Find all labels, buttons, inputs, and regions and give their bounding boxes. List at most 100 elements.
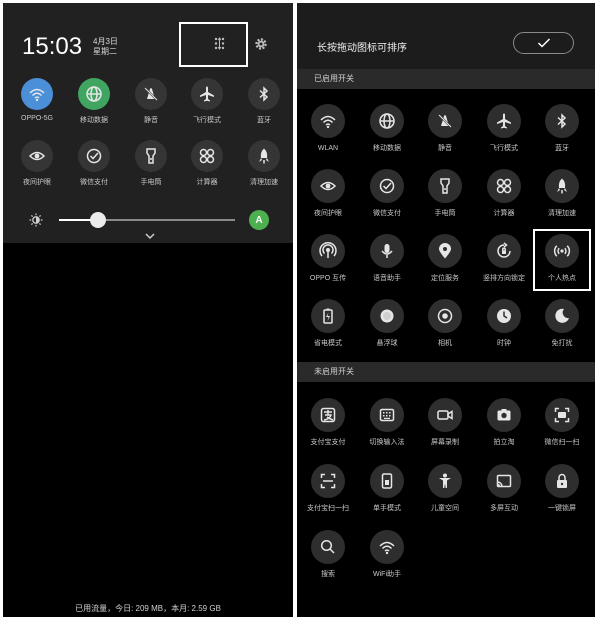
toggle-tile[interactable]: 一键锁屏	[534, 464, 590, 513]
toggle-label: 移动数据	[80, 117, 108, 124]
toggle-circle	[21, 140, 53, 172]
wifi-icon	[320, 115, 336, 129]
toggle-tile[interactable]: OPPO 互传	[300, 234, 356, 283]
toggle-tile[interactable]: 搜索	[300, 530, 356, 579]
toggle-label: 清理加速	[548, 210, 576, 217]
toggle-tile[interactable]: 单手模式	[359, 464, 415, 513]
toggle-tile[interactable]: 微信支付	[359, 169, 415, 218]
toggle-label: 夜间护眼	[23, 179, 51, 186]
toggle-editor-panel: 长按拖动图标可排序 已启用开关 WLAN 移动数据 静音 飞行模式 蓝牙 夜间护…	[297, 3, 595, 617]
toggle-tile[interactable]: 拍立淘	[476, 398, 532, 447]
toggle-label: 静音	[144, 117, 158, 124]
quick-toggle[interactable]: 移动数据	[70, 78, 118, 125]
toggle-tile[interactable]: 定位服务	[417, 234, 473, 283]
toggle-tile[interactable]: 微信扫一扫	[534, 398, 590, 447]
toggle-tile[interactable]: 夜间护眼	[300, 169, 356, 218]
toggle-tile[interactable]: 多屏互动	[476, 464, 532, 513]
toggle-circle	[428, 299, 462, 333]
toggle-circle	[370, 464, 404, 498]
auto-brightness-button[interactable]: A	[249, 210, 269, 230]
date-block: 4月3日 星期二	[93, 37, 118, 57]
weekday-text: 星期二	[93, 47, 117, 56]
toggle-tile[interactable]: 悬浮球	[359, 299, 415, 348]
toggle-tile[interactable]: 时钟	[476, 299, 532, 348]
toggle-label: 切换输入法	[369, 439, 405, 446]
gear-icon[interactable]	[254, 37, 268, 51]
toggle-tile[interactable]: 儿童空间	[417, 464, 473, 513]
toggle-label: 一键锁屏	[548, 505, 576, 512]
toggle-tile[interactable]: 相机	[417, 299, 473, 348]
toggle-tile[interactable]: 移动数据	[359, 104, 415, 153]
toggle-label: 儿童空间	[431, 505, 459, 512]
toggle-tile[interactable]: 蓝牙	[534, 104, 590, 153]
toggle-circle	[370, 234, 404, 268]
toggle-label: 搜索	[321, 571, 335, 578]
toggle-circle	[370, 104, 404, 138]
camera-square-icon	[497, 409, 511, 421]
wifi-icon	[29, 88, 45, 102]
quick-toggle[interactable]: OPPO-5G	[13, 78, 61, 122]
toggle-circle	[370, 299, 404, 333]
bluetooth-icon	[259, 86, 269, 102]
toggle-tile[interactable]: 省电模式	[300, 299, 356, 348]
toggle-tile[interactable]: 竖排方向锁定	[476, 234, 532, 283]
toggle-circle	[545, 464, 579, 498]
camera-icon	[437, 308, 453, 324]
toggle-tile[interactable]: 语音助手	[359, 234, 415, 283]
toggle-tile[interactable]: 清理加速	[534, 169, 590, 218]
toggle-label: 计算器	[196, 179, 218, 186]
eye-icon	[319, 181, 337, 191]
airplane-icon	[497, 113, 511, 129]
quick-toggle[interactable]: 微信支付	[70, 140, 118, 187]
toggle-tile[interactable]: 手电筒	[417, 169, 473, 218]
brightness-slider[interactable]	[59, 212, 235, 228]
toggle-tile[interactable]: 支付宝扫一扫	[300, 464, 356, 513]
quick-toggle[interactable]: 手电筒	[127, 140, 175, 187]
toggle-tile[interactable]: 计算器	[476, 169, 532, 218]
flashlight-icon	[440, 178, 450, 194]
quick-toggle[interactable]: 飞行模式	[183, 78, 231, 125]
quick-toggle[interactable]: 蓝牙	[240, 78, 288, 125]
toggle-tile[interactable]: 支付宝支付	[300, 398, 356, 447]
toggle-tile[interactable]: 飞行模式	[476, 104, 532, 153]
toggle-tile[interactable]: 切换输入法	[359, 398, 415, 447]
toggle-circle	[370, 398, 404, 432]
toggle-circle	[487, 169, 521, 203]
wechat-scan-icon	[554, 407, 570, 423]
toggle-circle	[311, 104, 345, 138]
quick-toggle[interactable]: 计算器	[183, 140, 231, 187]
scan-icon	[320, 473, 336, 489]
quick-toggle[interactable]: 清理加速	[240, 140, 288, 187]
editor-header: 长按拖动图标可排序	[297, 3, 595, 69]
keyboard-icon	[379, 408, 395, 422]
toggle-tile[interactable]: WiFi助手	[359, 530, 415, 579]
toggle-circle	[248, 78, 280, 110]
toggle-tile[interactable]: WLAN	[300, 104, 356, 153]
rotation-lock-icon	[497, 242, 511, 258]
toggle-label: 屏幕录制	[431, 439, 459, 446]
toggle-label: 飞行模式	[193, 117, 221, 124]
toggle-circle	[428, 169, 462, 203]
toggle-tile[interactable]: 免打扰	[534, 299, 590, 348]
toggle-label: 支付宝支付	[310, 439, 346, 446]
quick-toggle[interactable]: 静音	[127, 78, 175, 125]
toggle-label: 移动数据	[373, 145, 401, 152]
flashlight-icon	[146, 148, 156, 164]
toggle-circle	[311, 398, 345, 432]
brightness-control: A	[29, 210, 279, 231]
toggle-circle	[311, 234, 345, 268]
toggle-tile[interactable]: 静音	[417, 104, 473, 153]
brightness-slider-thumb[interactable]	[89, 212, 106, 228]
moon-icon	[555, 308, 569, 323]
cast-icon	[496, 474, 512, 488]
confirm-button[interactable]	[513, 32, 574, 54]
toggle-circle	[487, 234, 521, 268]
toggle-tile[interactable]: 屏幕录制	[417, 398, 473, 447]
quick-toggle[interactable]: 夜间护眼	[13, 140, 61, 187]
toggle-label: 蓝牙	[555, 145, 569, 152]
child-icon	[439, 473, 451, 488]
toggle-circle	[370, 530, 404, 564]
chevron-down-icon[interactable]	[144, 232, 156, 240]
toggle-label: 蓝牙	[257, 117, 271, 124]
toggle-label: 定位服务	[431, 275, 459, 282]
